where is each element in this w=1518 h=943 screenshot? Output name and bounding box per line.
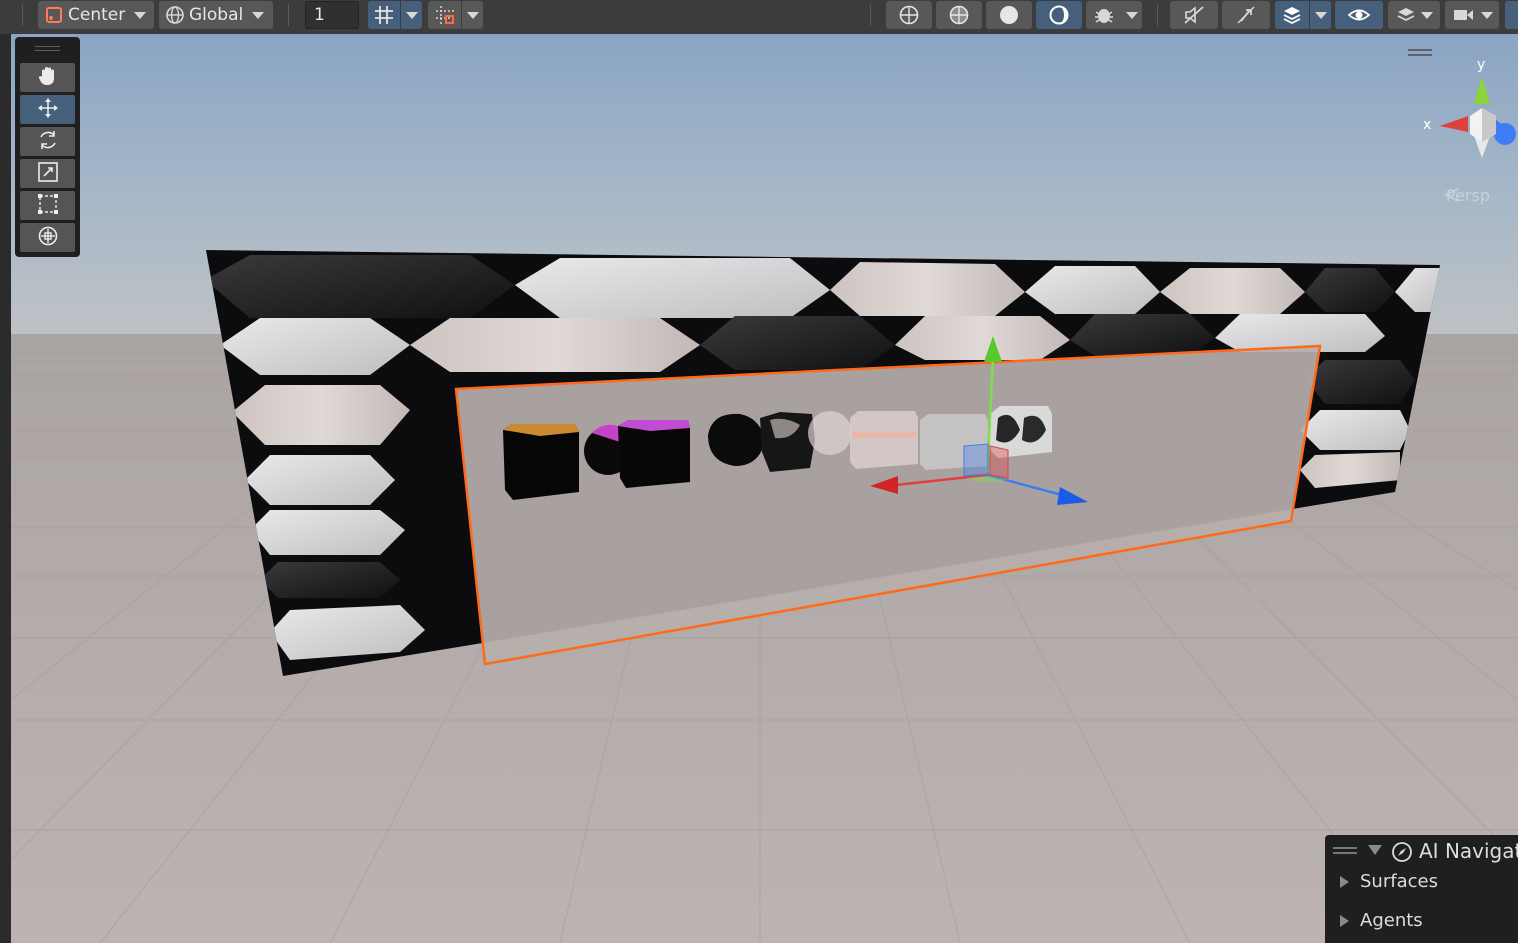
layers-icon: [1395, 4, 1417, 26]
shaded-wireframe-draw-mode-button[interactable]: [936, 1, 982, 29]
audio-off-icon: [1182, 4, 1206, 26]
move-icon: [36, 96, 60, 124]
camera-settings-dropdown[interactable]: [1445, 1, 1499, 29]
hierarchy-edge: [0, 34, 11, 943]
grid-snap-value-field[interactable]: 1: [305, 1, 359, 29]
debug-draw-mode-button[interactable]: [1086, 1, 1122, 29]
ai-nav-item-agents[interactable]: Agents: [1360, 910, 1423, 931]
tools-overlay: [15, 37, 80, 257]
ai-navigation-title: AI Navigat: [1419, 839, 1518, 863]
increment-snap-menu[interactable]: [462, 1, 483, 29]
scene-visibility-toggle[interactable]: [1275, 1, 1309, 29]
shaded-draw-mode-button[interactable]: [986, 1, 1032, 29]
rect-icon: [36, 192, 60, 220]
pivot-mode-dropdown[interactable]: Center: [38, 1, 154, 29]
chevron-down-icon: [134, 11, 147, 19]
panel-grip[interactable]: [1333, 852, 1357, 854]
rect-tool-button[interactable]: [20, 191, 75, 220]
pivot-mode-label: Center: [68, 5, 126, 25]
effects-toggle[interactable]: [1222, 1, 1270, 29]
scene-viewport[interactable]: [11, 34, 1518, 943]
audio-toggle[interactable]: [1170, 1, 1218, 29]
chevron-down-icon: [252, 11, 265, 19]
pivot-icon: [44, 5, 64, 25]
transform-tool-button[interactable]: [20, 223, 75, 252]
chevron-down-icon: [1126, 11, 1138, 19]
increment-snap-toggle[interactable]: [428, 1, 461, 29]
fx-off-icon: [1234, 4, 1258, 26]
toolbar-grip: [22, 4, 23, 26]
gizmo-x-label: x: [1423, 117, 1432, 133]
shaded-icon: [998, 4, 1020, 26]
overflow-button[interactable]: [1505, 1, 1518, 29]
scene-toolbar: Center Global 1: [0, 0, 1518, 35]
visibility-icon: [1347, 4, 1371, 26]
chevron-down-icon: [1314, 11, 1327, 19]
compass-icon: [1391, 841, 1413, 867]
collapse-triangle-icon[interactable]: [1368, 845, 1382, 855]
debug-draw-mode-menu[interactable]: [1122, 1, 1142, 29]
panel-grip[interactable]: [35, 46, 60, 47]
scene-visibility-icon: [1281, 4, 1303, 26]
toolbar-separator: [1157, 4, 1158, 26]
debug-icon: [1093, 4, 1115, 26]
scale-tool-button[interactable]: [20, 159, 75, 188]
grid-snap-icon: [373, 4, 395, 26]
expand-triangle-icon[interactable]: [1340, 876, 1349, 888]
rotate-icon: [36, 128, 60, 156]
lit-icon: [1048, 4, 1070, 26]
scene-visibility-menu[interactable]: [1310, 1, 1331, 29]
expand-triangle-icon[interactable]: [1340, 915, 1349, 927]
ai-navigation-overlay: AI Navigat Surfaces Agents: [1325, 835, 1518, 943]
projection-label[interactable]: Persp: [1446, 186, 1490, 205]
transform-icon: [36, 224, 60, 252]
chevron-down-icon: [1421, 11, 1433, 19]
panel-grip[interactable]: [1333, 847, 1357, 849]
rotate-tool-button[interactable]: [20, 127, 75, 156]
scene-render: [11, 34, 1518, 943]
chevron-down-icon: [466, 11, 479, 19]
wireframe-draw-mode-button[interactable]: [886, 1, 932, 29]
unity-scene-view: Center Global 1 y x Persp AI Navigat Sur…: [0, 0, 1518, 943]
globe-icon: [165, 5, 185, 25]
layers-dropdown[interactable]: [1388, 1, 1440, 29]
hand-icon: [36, 64, 60, 92]
pivot-rotation-label: Global: [189, 5, 244, 25]
pivot-rotation-dropdown[interactable]: Global: [159, 1, 273, 29]
chevron-down-icon: [1480, 11, 1493, 19]
move-tool-button[interactable]: [20, 95, 75, 124]
lit-draw-mode-button[interactable]: [1036, 1, 1082, 29]
wireframe-icon: [898, 4, 920, 26]
grid-snap-value: 1: [314, 5, 325, 25]
snap-increment-icon: [434, 4, 456, 26]
chevron-down-icon: [405, 11, 418, 19]
camera-icon: [1452, 4, 1476, 26]
gizmo-visibility-toggle[interactable]: [1335, 1, 1383, 29]
toolbar-separator: [870, 4, 871, 26]
hand-tool-button[interactable]: [20, 63, 75, 92]
scale-icon: [36, 160, 60, 188]
shaded-wireframe-icon: [948, 4, 970, 26]
gizmo-y-label: y: [1477, 57, 1486, 73]
toolbar-separator: [288, 4, 289, 26]
panel-grip[interactable]: [35, 50, 60, 51]
ai-nav-item-surfaces[interactable]: Surfaces: [1360, 871, 1438, 892]
grid-snap-menu[interactable]: [401, 1, 422, 29]
grid-snap-toggle[interactable]: [368, 1, 400, 29]
